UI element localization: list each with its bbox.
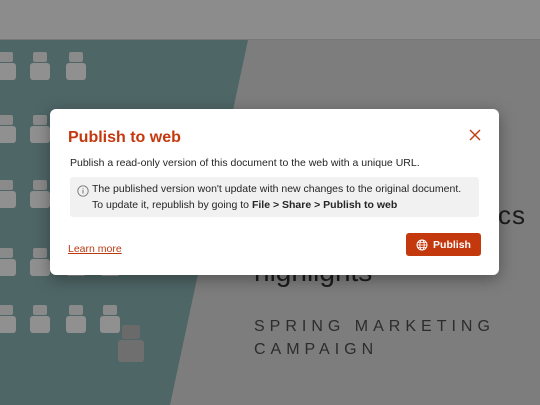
robot-figure [118, 325, 144, 362]
robot-figure [0, 52, 16, 80]
robot-figure [0, 115, 16, 143]
dialog-description: Publish a read-only version of this docu… [70, 157, 420, 169]
info-line-1: The published version won't update with … [92, 183, 462, 195]
robot-figure [30, 305, 50, 333]
path-separator-2: > [311, 199, 324, 211]
path-separator-1: > [270, 199, 283, 211]
slide-subtitle-line-2: CAMPAIGN [254, 341, 379, 358]
info-box: The published version won't update with … [70, 177, 479, 217]
publish-button-label: Publish [433, 238, 471, 251]
robot-figure [30, 52, 50, 80]
dialog-title: Publish to web [68, 129, 181, 146]
info-line-2-prefix: To update it, republish by going to [92, 199, 252, 211]
learn-more-link[interactable]: Learn more [68, 243, 122, 255]
robot-figure [30, 180, 50, 208]
info-icon [77, 185, 89, 197]
robot-figure [0, 305, 16, 333]
robot-figure [30, 248, 50, 276]
robot-figure [0, 248, 16, 276]
info-line-2: To update it, republish by going to File… [92, 199, 397, 211]
robot-figure [66, 52, 86, 80]
slide-subtitle-line-1: SPRING MARKETING [254, 318, 495, 335]
app-topbar [0, 0, 540, 40]
path-share: Share [282, 199, 312, 211]
robot-figure [30, 115, 50, 143]
robot-figure [100, 305, 120, 333]
publish-dialog: Publish to web Publish a read-only versi… [50, 109, 499, 275]
slide-title-fragment: cs [498, 200, 526, 230]
slide-subtitle: SPRING MARKETING CAMPAIGN [254, 315, 495, 361]
path-publish-to-web: Publish to web [323, 199, 398, 211]
path-file: File [251, 199, 271, 211]
close-icon [469, 129, 481, 141]
publish-button[interactable]: Publish [406, 233, 481, 256]
globe-icon [416, 239, 428, 250]
robot-figure [0, 180, 16, 208]
close-button[interactable] [467, 127, 483, 143]
robot-figure [66, 305, 86, 333]
